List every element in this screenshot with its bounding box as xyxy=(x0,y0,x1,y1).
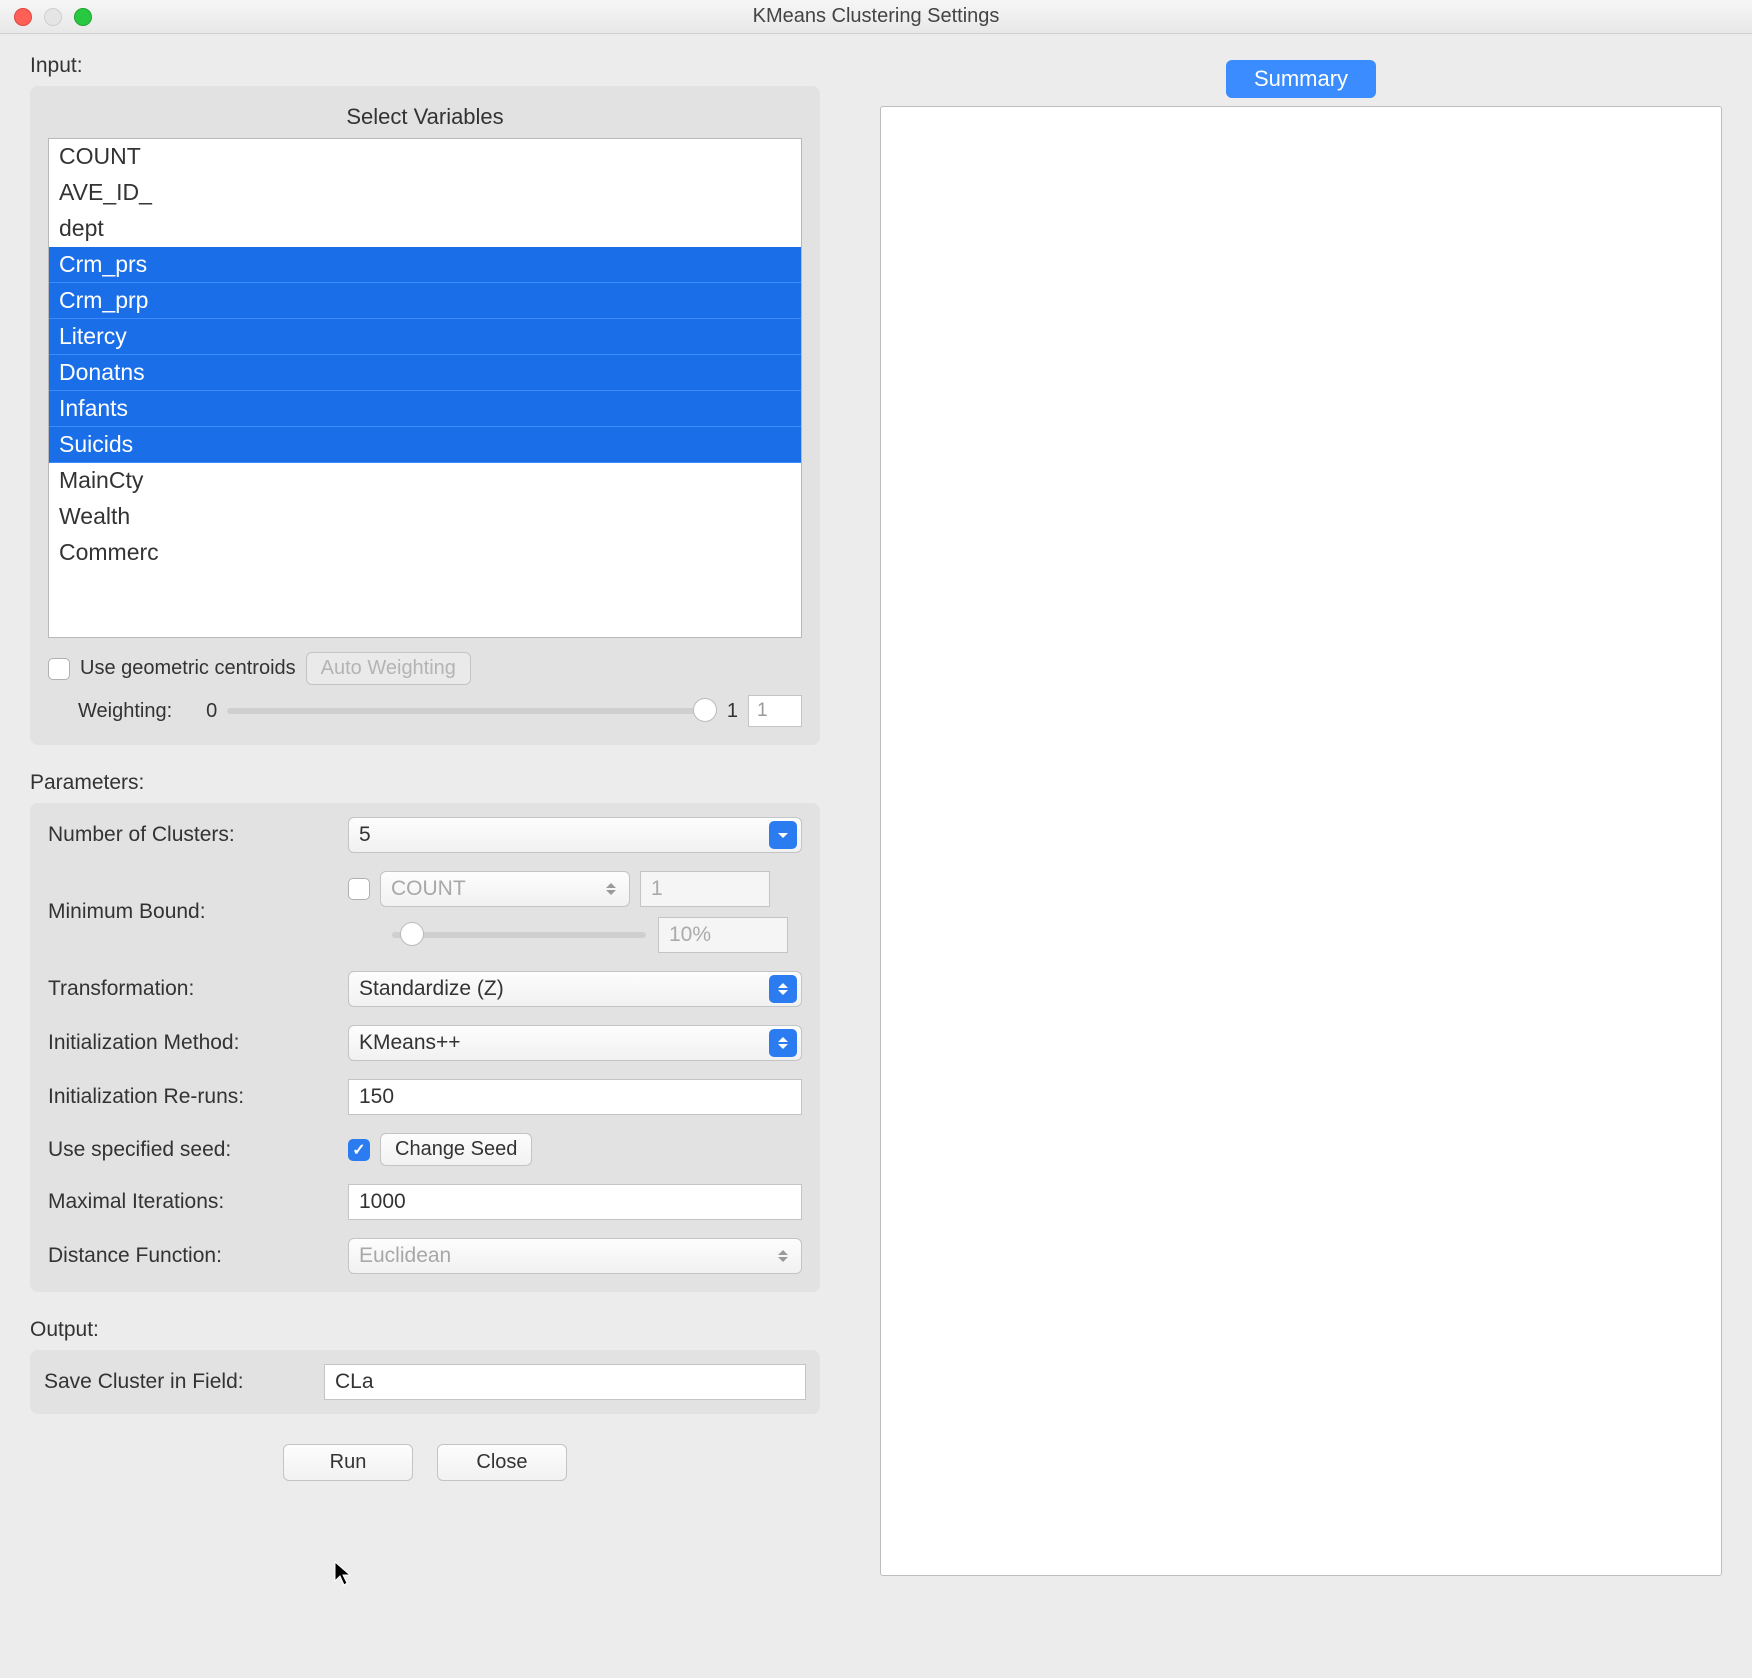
input-section-label: Input: xyxy=(30,54,820,78)
min-bound-value-input xyxy=(640,871,770,907)
variable-item[interactable]: Litercy xyxy=(49,319,801,355)
variable-item[interactable]: Commerc xyxy=(49,535,801,571)
init-method-select[interactable]: KMeans++ xyxy=(348,1025,802,1061)
distance-label: Distance Function: xyxy=(48,1244,348,1268)
save-cluster-label: Save Cluster in Field: xyxy=(44,1370,314,1394)
window-controls xyxy=(0,8,92,26)
max-iter-label: Maximal Iterations: xyxy=(48,1190,348,1214)
weighting-value-input[interactable] xyxy=(748,695,802,727)
summary-pane xyxy=(880,106,1722,1576)
run-button[interactable]: Run xyxy=(283,1444,413,1481)
transformation-value: Standardize (Z) xyxy=(359,977,504,1001)
variable-item[interactable]: AVE_ID_ xyxy=(49,175,801,211)
window-title: KMeans Clustering Settings xyxy=(753,5,1000,28)
updown-icon xyxy=(769,1242,797,1270)
min-bound-label: Minimum Bound: xyxy=(48,900,348,924)
distance-select: Euclidean xyxy=(348,1238,802,1274)
tab-summary[interactable]: Summary xyxy=(1226,60,1376,98)
init-reruns-label: Initialization Re-runs: xyxy=(48,1085,348,1109)
variable-item[interactable]: COUNT xyxy=(49,139,801,175)
geometric-centroids-label: Use geometric centroids xyxy=(80,657,296,680)
distance-value: Euclidean xyxy=(359,1244,451,1268)
min-bound-checkbox[interactable] xyxy=(348,878,370,900)
variable-item[interactable]: dept xyxy=(49,211,801,247)
min-bound-field-value: COUNT xyxy=(391,877,466,901)
variable-item[interactable]: Crm_prs xyxy=(49,247,801,283)
parameters-section-label: Parameters: xyxy=(30,771,820,795)
num-clusters-select[interactable]: 5 xyxy=(348,817,802,853)
weighting-label: Weighting: xyxy=(78,700,172,723)
auto-weighting-button: Auto Weighting xyxy=(306,652,471,685)
updown-icon xyxy=(597,875,625,903)
weighting-slider[interactable] xyxy=(227,708,717,714)
num-clusters-value: 5 xyxy=(359,823,371,847)
min-bound-slider-thumb xyxy=(400,922,424,946)
select-variables-header: Select Variables xyxy=(48,100,802,138)
zoom-window-icon[interactable] xyxy=(74,8,92,26)
save-cluster-input[interactable] xyxy=(324,1364,806,1400)
chevron-down-icon xyxy=(769,821,797,849)
updown-icon xyxy=(769,1029,797,1057)
weighting-slider-thumb[interactable] xyxy=(693,698,717,722)
init-reruns-input[interactable] xyxy=(348,1079,802,1115)
min-bound-percent-input xyxy=(658,917,788,953)
transformation-label: Transformation: xyxy=(48,977,348,1001)
weighting-min-label: 0 xyxy=(206,700,217,723)
init-method-value: KMeans++ xyxy=(359,1031,461,1055)
transformation-select[interactable]: Standardize (Z) xyxy=(348,971,802,1007)
close-button[interactable]: Close xyxy=(437,1444,567,1481)
variable-list[interactable]: COUNTAVE_ID_deptCrm_prsCrm_prpLitercyDon… xyxy=(48,138,802,638)
geometric-centroids-checkbox[interactable] xyxy=(48,658,70,680)
weighting-max-label: 1 xyxy=(727,700,738,723)
variable-item[interactable]: MainCty xyxy=(49,463,801,499)
min-bound-field-select: COUNT xyxy=(380,871,630,907)
variable-item[interactable]: Wealth xyxy=(49,499,801,535)
min-bound-slider xyxy=(392,932,646,938)
output-section-label: Output: xyxy=(30,1318,820,1342)
close-window-icon[interactable] xyxy=(14,8,32,26)
change-seed-button[interactable]: Change Seed xyxy=(380,1133,532,1166)
num-clusters-label: Number of Clusters: xyxy=(48,823,348,847)
variable-item[interactable]: Infants xyxy=(49,391,801,427)
use-seed-checkbox[interactable] xyxy=(348,1139,370,1161)
titlebar: KMeans Clustering Settings xyxy=(0,0,1752,34)
updown-icon xyxy=(769,975,797,1003)
use-seed-label: Use specified seed: xyxy=(48,1138,348,1162)
variable-item[interactable]: Suicids xyxy=(49,427,801,463)
variable-item[interactable]: Crm_prp xyxy=(49,283,801,319)
init-method-label: Initialization Method: xyxy=(48,1031,348,1055)
minimize-window-icon xyxy=(44,8,62,26)
variable-item[interactable]: Donatns xyxy=(49,355,801,391)
max-iter-input[interactable] xyxy=(348,1184,802,1220)
